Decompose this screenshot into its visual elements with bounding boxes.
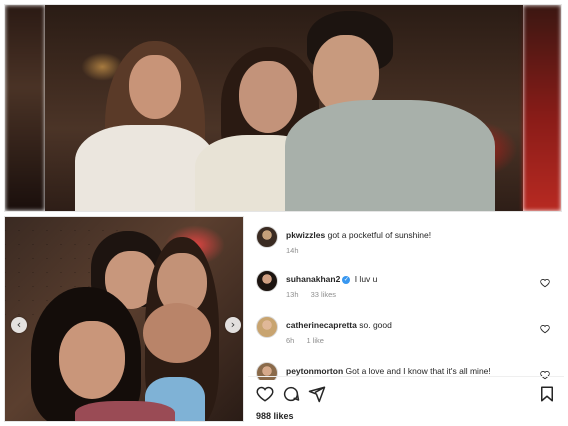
person-face [239,61,297,133]
comment-time: 13h [286,290,299,299]
person-body [75,401,175,421]
post-likes-count[interactable]: 988 likes [256,411,294,421]
comment-body: so. good [359,320,392,330]
heart-outline-icon[interactable] [540,278,550,288]
photo-blur-left [5,5,45,211]
avatar[interactable] [256,226,278,248]
comment-meta: 6h 1 like [286,336,334,345]
comment-item: peytonmorton Got a love and I know that … [256,362,556,380]
bookmark-icon[interactable] [538,385,556,403]
comment-username[interactable]: catherinecapretta [286,320,357,330]
person-body [75,125,215,211]
divider [248,376,564,377]
comment-likes[interactable]: 1 like [306,336,324,345]
comment-likes[interactable]: 33 likes [311,290,336,299]
post-carousel[interactable]: ‹ › [4,216,244,422]
person-shoulder [143,303,211,363]
comment-text: catherinecapretta so. good [286,320,536,331]
comment-meta: 13h 33 likes [286,290,346,299]
share-icon[interactable] [308,385,326,403]
avatar[interactable] [256,270,278,292]
comment-text: pkwizzles got a pocketful of sunshine! [286,230,536,241]
comment-body: got a pocketful of sunshine! [327,230,432,240]
comment-body: I luv u [354,274,378,284]
comment-item: catherinecapretta so. good 6h 1 like [256,316,556,348]
comment-item: suhanakhan2 ✓ I luv u 13h 33 likes [256,270,556,302]
comment-text: suhanakhan2 ✓ I luv u [286,274,536,285]
carousel-next-button[interactable]: › [225,317,241,333]
comment-meta: 14h [286,246,309,255]
comment-item: pkwizzles got a pocketful of sunshine! 1… [256,226,556,258]
comment-body: Got a love and I know that it's all mine… [345,366,491,376]
person-face [129,55,181,119]
photo-scene [45,5,523,211]
heart-outline-icon[interactable] [540,324,550,334]
carousel-prev-button[interactable]: ‹ [11,317,27,333]
comment-icon[interactable] [282,385,300,403]
comment-username[interactable]: peytonmorton [286,366,343,376]
comment-time: 6h [286,336,295,345]
comment-username[interactable]: pkwizzles [286,230,325,240]
verified-badge-icon: ✓ [342,275,351,284]
comment-time: 14h [286,246,299,255]
avatar[interactable] [256,316,278,338]
person-body [285,100,495,211]
action-bar [256,385,556,405]
heart-icon[interactable] [256,385,274,403]
person-face [59,321,125,399]
avatar[interactable] [256,362,278,380]
comment-username[interactable]: suhanakhan2 [286,274,340,284]
heart-outline-icon[interactable] [540,370,550,380]
photo-blur-right [523,5,561,211]
top-photo [4,4,562,212]
